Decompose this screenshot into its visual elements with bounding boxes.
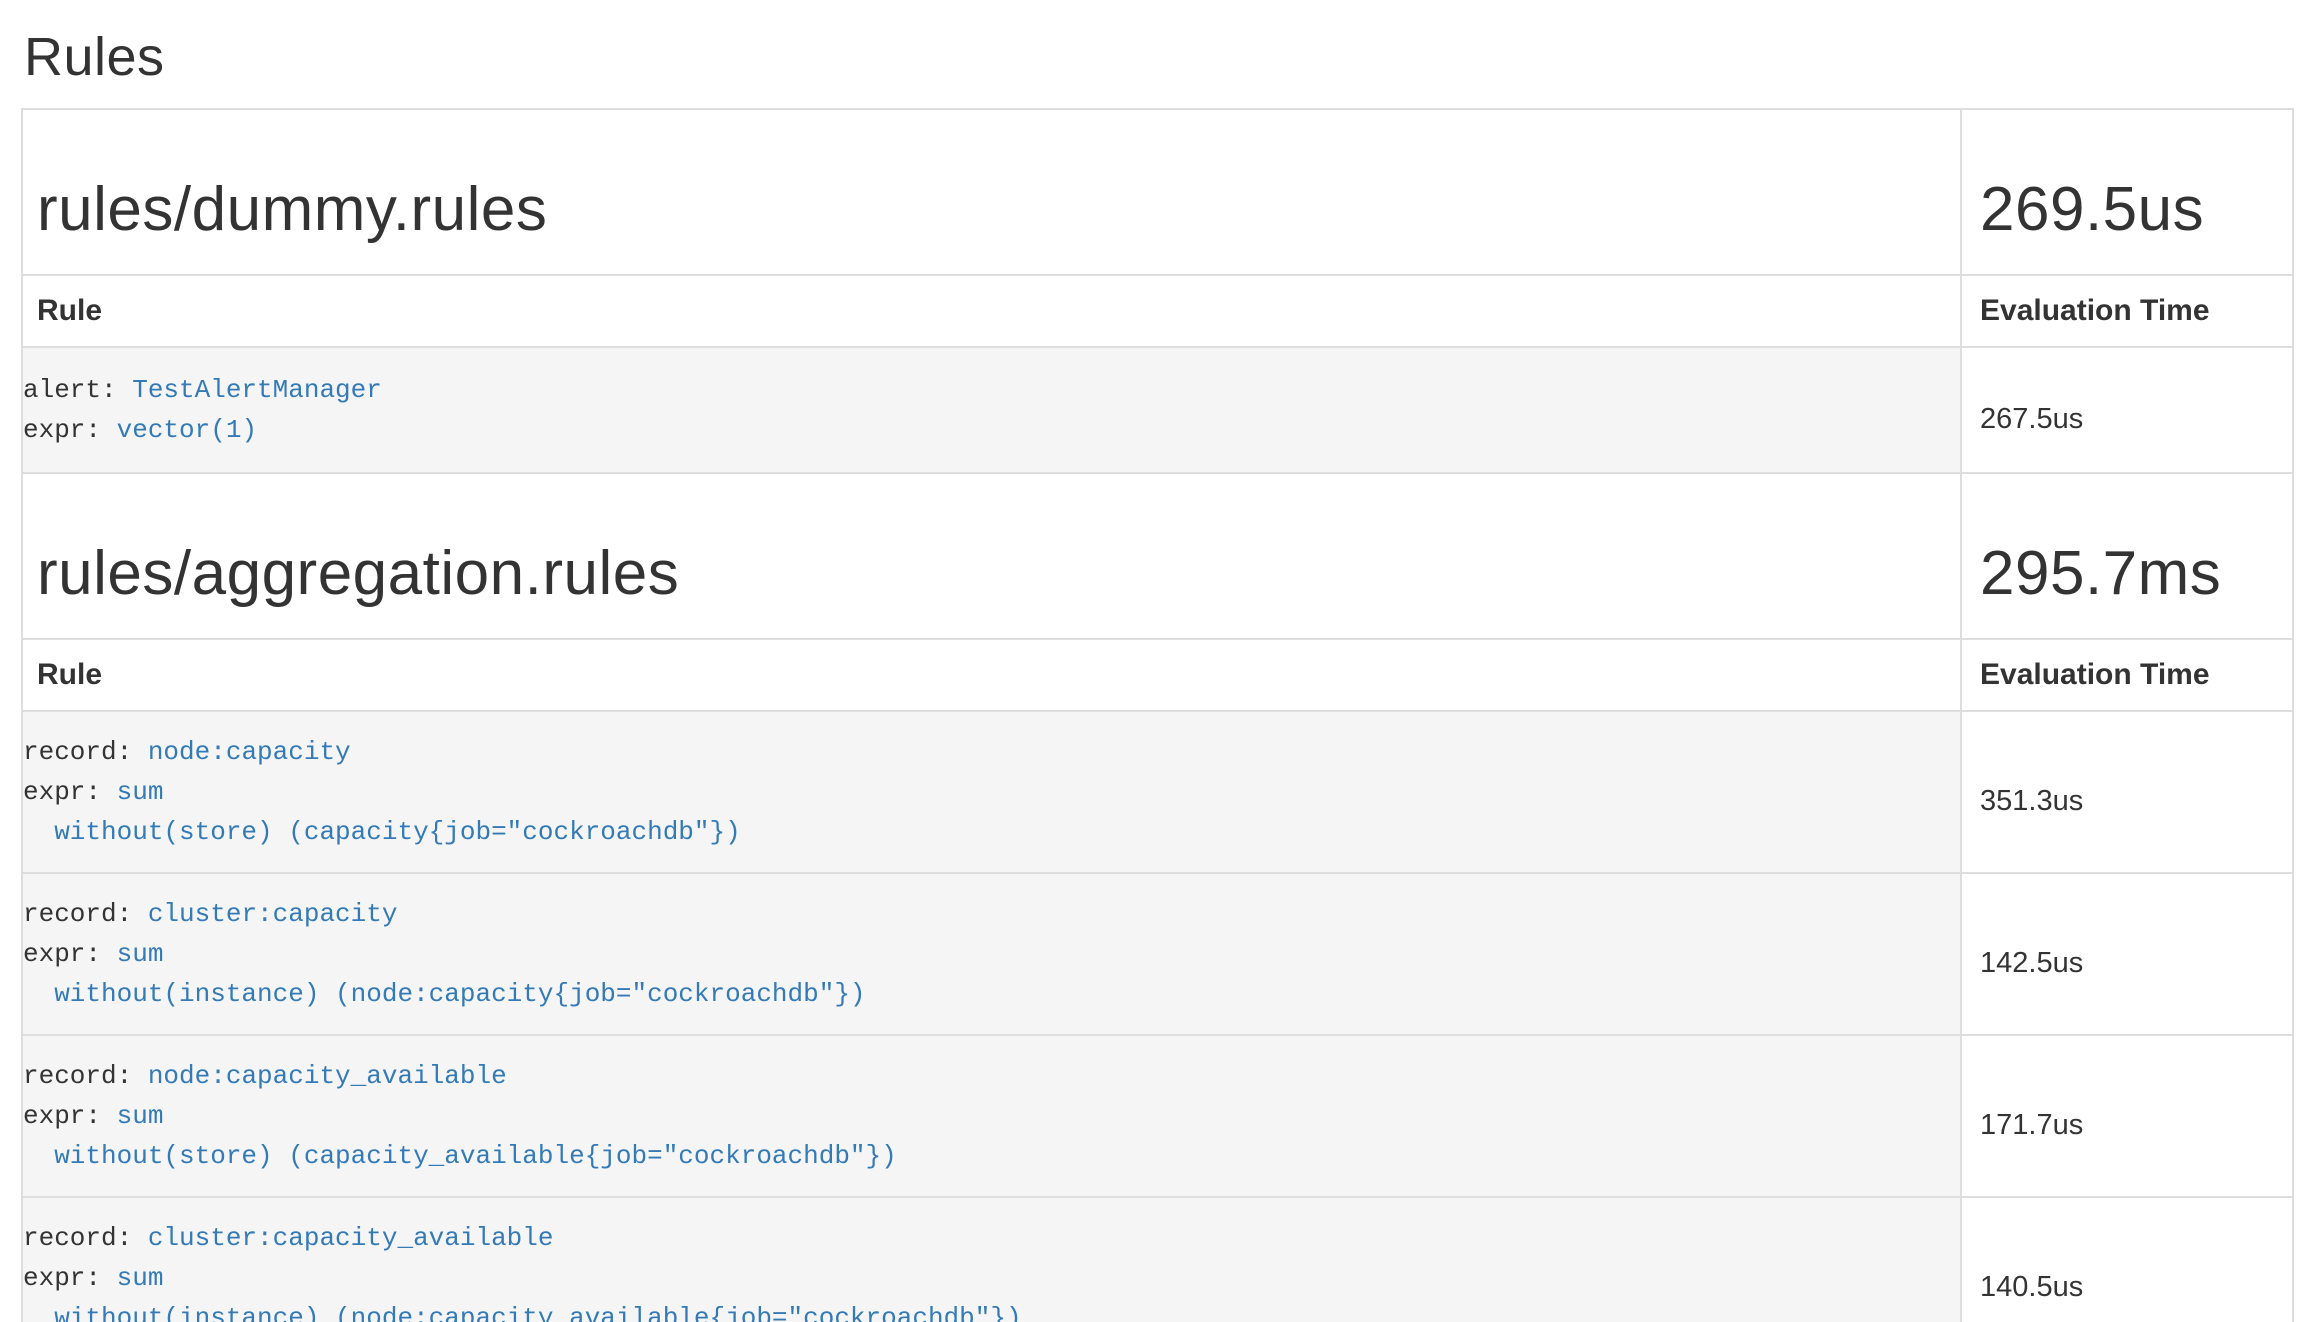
rule-expression-link[interactable]: sum (117, 1101, 164, 1131)
rule-column-header: Rule (23, 294, 1960, 328)
rule-expression-link[interactable]: without(store) (capacity{job="cockroachd… (23, 817, 741, 847)
rule-evaluation-time-cell: 140.5us (1961, 1197, 2293, 1322)
rule-expression-link[interactable]: sum (117, 939, 164, 969)
rule-definition-cell: alert: TestAlertManagerexpr: vector(1) (22, 347, 1961, 473)
rule-code-line: without(instance) (node:capacity{job="co… (23, 974, 1960, 1014)
rule-group-file-name: rules/aggregation.rules (23, 538, 1960, 609)
rule-code-line: record: cluster:capacity_available (23, 1218, 1960, 1258)
rule-group-file-cell: rules/aggregation.rules (22, 473, 1961, 639)
rule-evaluation-time: 142.5us (1962, 925, 2292, 983)
rule-row: record: cluster:capacityexpr: sum withou… (22, 873, 2293, 1035)
rule-group-evaluation-time: 295.7ms (1962, 538, 2292, 609)
rule-expression-link[interactable]: sum (117, 777, 164, 807)
rule-evaluation-time: 351.3us (1962, 763, 2292, 821)
rule-row: record: node:capacity_availableexpr: sum… (22, 1035, 2293, 1197)
rule-keyword: record: (23, 899, 148, 929)
rule-expression-link[interactable]: without(instance) (node:capacity_availab… (23, 1303, 1022, 1322)
rule-group-evaluation-time: 269.5us (1962, 174, 2292, 245)
rule-definition-cell: record: cluster:capacityexpr: sum withou… (22, 873, 1961, 1035)
rule-column-header: Rule (23, 658, 1960, 692)
rule-code-line: expr: vector(1) (23, 410, 1960, 450)
rule-keyword: alert: (23, 375, 132, 405)
rule-group-header-row: rules/aggregation.rules295.7ms (22, 473, 2293, 639)
rule-group-evaluation-time-cell: 295.7ms (1961, 473, 2293, 639)
rule-keyword: expr: (23, 777, 117, 807)
rule-code-line: expr: sum (23, 934, 1960, 974)
column-header-row: RuleEvaluation Time (22, 275, 2293, 347)
rule-evaluation-time: 267.5us (1962, 381, 2292, 439)
rule-keyword: record: (23, 737, 148, 767)
rule-expression-link[interactable]: node:capacity (148, 737, 351, 767)
rule-row: record: cluster:capacity_availableexpr: … (22, 1197, 2293, 1322)
rule-keyword: record: (23, 1223, 148, 1253)
evaluation-time-column-header: Evaluation Time (1962, 294, 2292, 328)
rule-row: alert: TestAlertManagerexpr: vector(1)26… (22, 347, 2293, 473)
rules-table: rules/dummy.rules269.5usRuleEvaluation T… (21, 108, 2294, 1322)
rule-expression-link[interactable]: without(instance) (node:capacity{job="co… (23, 979, 866, 1009)
page-title: Rules (24, 26, 2294, 88)
rule-group-file-cell: rules/dummy.rules (22, 109, 1961, 275)
rule-code-line: without(instance) (node:capacity_availab… (23, 1298, 1960, 1322)
rule-definition-cell: record: node:capacity_availableexpr: sum… (22, 1035, 1961, 1197)
rule-expression-link[interactable]: node:capacity_available (148, 1061, 507, 1091)
rule-code-line: expr: sum (23, 1096, 1960, 1136)
evaluation-time-column-header-cell: Evaluation Time (1961, 275, 2293, 347)
rule-keyword: expr: (23, 1263, 117, 1293)
rule-evaluation-time: 171.7us (1962, 1087, 2292, 1145)
evaluation-time-column-header: Evaluation Time (1962, 658, 2292, 692)
rule-evaluation-time-cell: 171.7us (1961, 1035, 2293, 1197)
rule-code-line: expr: sum (23, 1258, 1960, 1298)
column-header-row: RuleEvaluation Time (22, 639, 2293, 711)
rule-code-line: record: cluster:capacity (23, 894, 1960, 934)
rule-code-line: expr: sum (23, 772, 1960, 812)
rule-group-header-row: rules/dummy.rules269.5us (22, 109, 2293, 275)
rule-keyword: expr: (23, 1101, 117, 1131)
rule-keyword: record: (23, 1061, 148, 1091)
rule-code-line: alert: TestAlertManager (23, 370, 1960, 410)
evaluation-time-column-header-cell: Evaluation Time (1961, 639, 2293, 711)
rules-page: Rules rules/dummy.rules269.5usRuleEvalua… (0, 26, 2316, 1322)
rule-evaluation-time-cell: 142.5us (1961, 873, 2293, 1035)
rule-group-file-name: rules/dummy.rules (23, 174, 1960, 245)
rule-code-line: without(store) (capacity_available{job="… (23, 1136, 1960, 1176)
rule-column-header-cell: Rule (22, 275, 1961, 347)
rule-expression-link[interactable]: sum (117, 1263, 164, 1293)
rule-evaluation-time-cell: 267.5us (1961, 347, 2293, 473)
rule-row: record: node:capacityexpr: sum without(s… (22, 711, 2293, 873)
rule-keyword: expr: (23, 415, 117, 445)
rule-expression-link[interactable]: cluster:capacity_available (148, 1223, 554, 1253)
rule-column-header-cell: Rule (22, 639, 1961, 711)
rule-expression-link[interactable]: cluster:capacity (148, 899, 398, 929)
rule-evaluation-time-cell: 351.3us (1961, 711, 2293, 873)
rule-expression-link[interactable]: vector(1) (117, 415, 257, 445)
rule-code-line: record: node:capacity (23, 732, 1960, 772)
rule-code-line: record: node:capacity_available (23, 1056, 1960, 1096)
rule-evaluation-time: 140.5us (1962, 1249, 2292, 1307)
rule-expression-link[interactable]: TestAlertManager (132, 375, 382, 405)
rule-definition-cell: record: cluster:capacity_availableexpr: … (22, 1197, 1961, 1322)
rules-table-body: rules/dummy.rules269.5usRuleEvaluation T… (22, 109, 2293, 1322)
rule-definition-cell: record: node:capacityexpr: sum without(s… (22, 711, 1961, 873)
rule-group-evaluation-time-cell: 269.5us (1961, 109, 2293, 275)
rule-expression-link[interactable]: without(store) (capacity_available{job="… (23, 1141, 897, 1171)
rule-code-line: without(store) (capacity{job="cockroachd… (23, 812, 1960, 852)
rule-keyword: expr: (23, 939, 117, 969)
